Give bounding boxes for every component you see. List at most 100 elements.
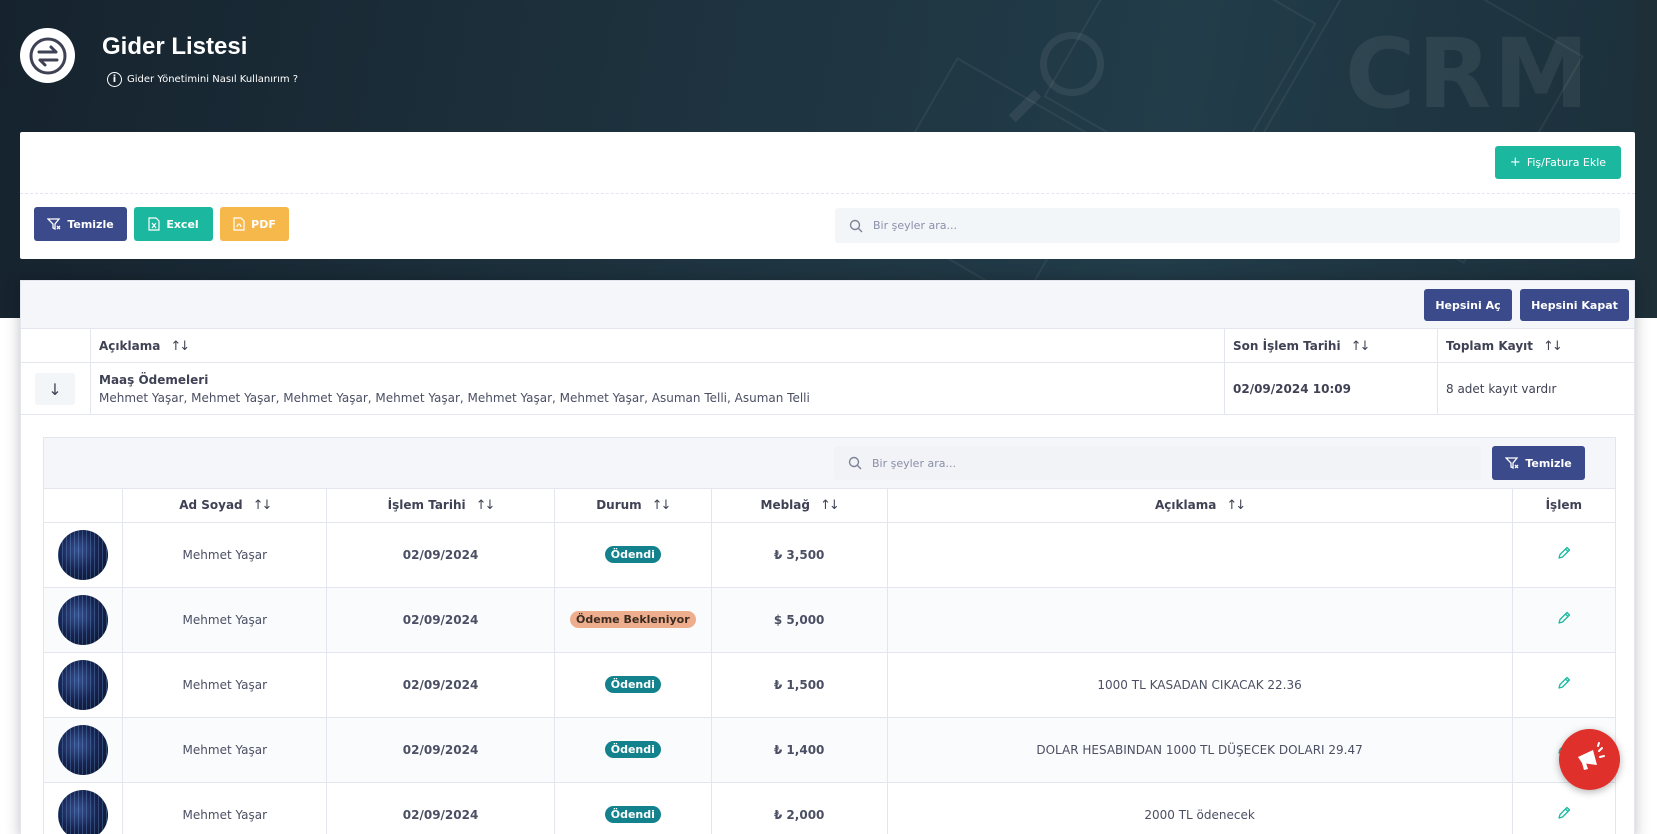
- column-header-last-date[interactable]: Son İşlem Tarihi ↑↓: [1225, 329, 1438, 363]
- name-cell: Mehmet Yaşar: [122, 652, 328, 718]
- sort-icon[interactable]: ↑↓: [652, 498, 672, 513]
- expand-column-header: [21, 329, 91, 363]
- description-cell: [887, 587, 1513, 653]
- table-row[interactable]: Mehmet Yaşar 02/09/2024 Ödeme Bekleniyor…: [44, 587, 1615, 653]
- magnifier-watermark-icon: [1040, 32, 1104, 96]
- sort-icon[interactable]: ↑↓: [1226, 498, 1246, 513]
- announcements-button[interactable]: [1559, 729, 1620, 790]
- export-pdf-label: PDF: [251, 217, 276, 231]
- column-header-label: Durum: [596, 497, 642, 512]
- status-cell: Ödendi: [554, 522, 712, 588]
- pencil-icon[interactable]: [1556, 676, 1572, 694]
- column-header-description[interactable]: Açıklama ↑↓: [91, 329, 1225, 363]
- column-header-label: Açıklama: [99, 339, 161, 353]
- name-cell: Mehmet Yaşar: [122, 587, 328, 653]
- avatar-cell: [44, 782, 124, 834]
- table-row[interactable]: Mehmet Yaşar 02/09/2024 Ödendi ₺ 1,400 D…: [44, 717, 1615, 783]
- avatar-cell: [44, 717, 124, 783]
- column-header-total[interactable]: Toplam Kayıt ↑↓: [1438, 329, 1634, 363]
- expense-groups-card: Hepsini Aç Hepsini Kapat Açıklama ↑↓ Son …: [20, 280, 1635, 834]
- avatar-cell: [44, 522, 124, 588]
- sort-icon[interactable]: ↑↓: [1543, 339, 1563, 354]
- status-cell: Ödendi: [554, 782, 712, 834]
- column-header-description[interactable]: Açıklama ↑↓: [887, 489, 1513, 523]
- export-excel-button[interactable]: Excel: [134, 207, 213, 241]
- date-cell: 02/09/2024: [326, 717, 555, 783]
- scroll-strip: [1636, 0, 1657, 318]
- column-header-label: Toplam Kayıt: [1446, 339, 1534, 353]
- detail-search: [834, 446, 1481, 480]
- page-title: Gider Listesi: [102, 33, 248, 60]
- sort-icon[interactable]: ↑↓: [1351, 339, 1371, 354]
- avatar: [58, 529, 109, 580]
- table-row[interactable]: Mehmet Yaşar 02/09/2024 Ödendi ₺ 3,500: [44, 522, 1615, 588]
- plus-icon: +: [1509, 155, 1521, 170]
- avatar-cell: [44, 652, 124, 718]
- action-cell: [1512, 522, 1615, 588]
- sort-icon[interactable]: ↑↓: [253, 498, 273, 513]
- megaphone-icon: [1577, 741, 1605, 770]
- column-header-amount[interactable]: Meblağ ↑↓: [711, 489, 888, 523]
- global-search-input[interactable]: [873, 219, 1567, 232]
- export-pdf-button[interactable]: PDF: [220, 207, 289, 241]
- amount-cell: $ 5,000: [711, 587, 888, 653]
- column-header-label: Meblağ: [760, 497, 810, 512]
- description-cell: [887, 522, 1513, 588]
- collapse-group-button[interactable]: ↓: [35, 373, 75, 405]
- amount-cell: ₺ 1,400: [711, 717, 888, 783]
- page: CRM Gider Listesi i Gider Yönetimini Nas…: [0, 0, 1657, 834]
- sort-icon[interactable]: ↑↓: [170, 339, 190, 354]
- excel-file-icon: [148, 217, 160, 231]
- info-icon: i: [107, 72, 122, 87]
- export-excel-label: Excel: [166, 217, 199, 231]
- pdf-file-icon: [233, 217, 245, 231]
- description-cell: 2000 TL ödenecek: [887, 782, 1513, 834]
- name-cell: Mehmet Yaşar: [122, 522, 328, 588]
- group-row[interactable]: ↓ Maaş Ödemeleri Mehmet Yaşar, Mehmet Ya…: [21, 363, 1634, 415]
- pencil-icon[interactable]: [1556, 806, 1572, 824]
- column-header-status[interactable]: Durum ↑↓: [554, 489, 712, 523]
- howto-link[interactable]: i Gider Yönetimini Nasıl Kullanırım ?: [107, 72, 298, 87]
- clear-filters-button[interactable]: Temizle: [34, 207, 127, 241]
- status-cell: Ödendi: [554, 652, 712, 718]
- expand-all-button[interactable]: Hepsini Aç: [1424, 289, 1512, 321]
- column-header-action: İşlem: [1512, 489, 1615, 523]
- pencil-icon[interactable]: [1556, 546, 1572, 564]
- sort-icon[interactable]: ↑↓: [476, 498, 496, 513]
- collapse-all-button[interactable]: Hepsini Kapat: [1520, 289, 1629, 321]
- amount-cell: ₺ 3,500: [711, 522, 888, 588]
- add-receipt-button[interactable]: + Fiş/Fatura Ekle: [1495, 146, 1621, 179]
- global-search: [835, 208, 1620, 243]
- arrow-down-icon: ↓: [48, 379, 62, 399]
- status-badge: Ödendi: [604, 806, 661, 823]
- status-badge: Ödeme Bekleniyor: [570, 611, 696, 628]
- date-cell: 02/09/2024: [326, 587, 555, 653]
- exchange-icon: [29, 37, 66, 74]
- status-cell: Ödendi: [554, 717, 712, 783]
- detail-clear-label: Temizle: [1525, 456, 1572, 470]
- status-badge: Ödendi: [604, 546, 661, 563]
- column-header-name[interactable]: Ad Soyad ↑↓: [122, 489, 328, 523]
- pencil-icon[interactable]: [1556, 611, 1572, 629]
- expense-detail-table: Temizle Ad Soyad ↑↓ İşlem Tarihi ↑↓ Durum ↑…: [43, 437, 1616, 834]
- filter-clear-icon: [1505, 457, 1519, 470]
- howto-label: Gider Yönetimini Nasıl Kullanırım ?: [127, 74, 299, 85]
- column-header-date[interactable]: İşlem Tarihi ↑↓: [326, 489, 555, 523]
- table-row[interactable]: Mehmet Yaşar 02/09/2024 Ödendi ₺ 2,000 2…: [44, 782, 1615, 834]
- date-cell: 02/09/2024: [326, 652, 555, 718]
- group-total: 8 adet kayıt vardır: [1446, 382, 1557, 396]
- status-cell: Ödeme Bekleniyor: [554, 587, 712, 653]
- avatar-column-header: [44, 489, 124, 523]
- actions-card: + Fiş/Fatura Ekle Temizle Excel PDF: [20, 132, 1635, 259]
- table-row[interactable]: Mehmet Yaşar 02/09/2024 Ödendi ₺ 1,500 1…: [44, 652, 1615, 718]
- group-table-header: Açıklama ↑↓ Son İşlem Tarihi ↑↓ Toplam Kay…: [21, 329, 1634, 363]
- group-names: Mehmet Yaşar, Mehmet Yaşar, Mehmet Yaşar…: [99, 391, 810, 405]
- sort-icon[interactable]: ↑↓: [820, 498, 840, 513]
- detail-clear-button[interactable]: Temizle: [1492, 446, 1585, 480]
- date-cell: 02/09/2024: [326, 782, 555, 834]
- description-cell: DOLAR HESABINDAN 1000 TL DÜŞECEK DOLARI …: [887, 717, 1513, 783]
- expand-cell: ↓: [21, 363, 91, 415]
- module-logo: [20, 28, 75, 83]
- avatar-cell: [44, 587, 124, 653]
- detail-search-input[interactable]: [872, 456, 1442, 470]
